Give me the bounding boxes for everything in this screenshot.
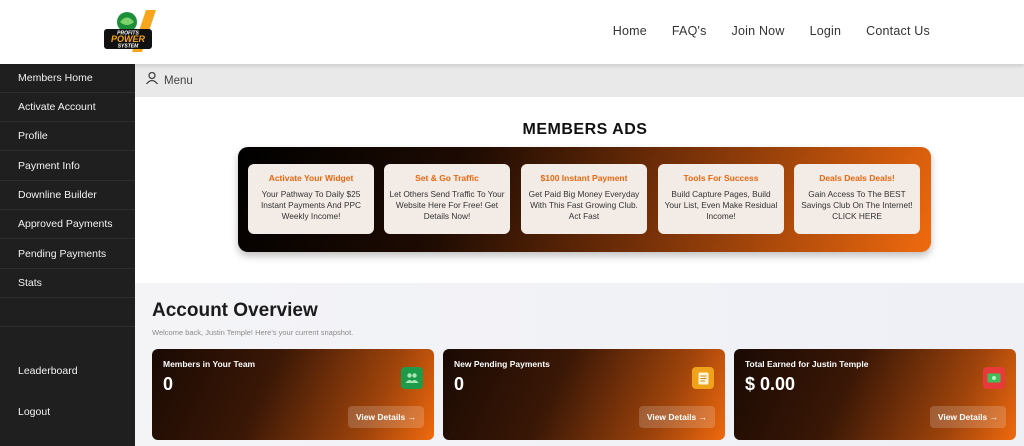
ad-card-description: Your Pathway To Daily $25 Instant Paymen…	[260, 189, 362, 221]
top-header: PROFITS POWER SYSTEM Home FAQ's Join Now…	[0, 0, 1024, 64]
team-icon	[401, 367, 423, 389]
ad-card-instant-payment[interactable]: $100 Instant Payment Get Paid Big Money …	[521, 164, 647, 234]
sidebar-item-profile[interactable]: Profile	[0, 122, 135, 151]
stat-value: 0	[163, 374, 174, 394]
stat-label: New Pending Payments	[454, 359, 550, 369]
svg-text:POWER: POWER	[111, 34, 146, 44]
sidebar-item-stats[interactable]: Stats	[0, 269, 135, 298]
main-nav: Home FAQ's Join Now Login Contact Us	[613, 0, 930, 62]
menu-bar[interactable]: Menu	[135, 64, 1024, 97]
ad-card-description: Gain Access To The BEST Savings Club On …	[801, 189, 913, 221]
sidebar-item-downline-builder[interactable]: Downline Builder	[0, 181, 135, 210]
menu-label: Menu	[164, 74, 193, 87]
sidebar-item-approved-payments[interactable]: Approved Payments	[0, 210, 135, 239]
ad-card-title: Set & Go Traffic	[415, 173, 479, 183]
sidebar-item-activate-account[interactable]: Activate Account	[0, 93, 135, 122]
sidebar-spacer	[0, 298, 135, 327]
members-ads-title: MEMBERS ADS	[522, 121, 648, 138]
stat-label: Members in Your Team	[163, 359, 256, 369]
nav-faq[interactable]: FAQ's	[672, 24, 707, 38]
sidebar-item-leaderboard[interactable]: Leaderboard	[0, 356, 135, 385]
stat-card-total-earned: Total Earned for Justin Temple $ 0.00 Vi…	[734, 349, 1016, 440]
user-icon	[145, 71, 159, 90]
stat-value: $ 0.00	[745, 374, 796, 394]
stat-value: 0	[454, 374, 465, 394]
view-details-button[interactable]: View Details →	[348, 406, 424, 428]
ad-card-tools-for-success[interactable]: Tools For Success Build Capture Pages, B…	[658, 164, 784, 234]
stat-label: Total Earned for Justin Temple	[745, 359, 869, 369]
ad-card-title: Tools For Success	[683, 173, 759, 183]
account-overview-title: Account Overview	[152, 300, 318, 321]
money-icon	[983, 367, 1005, 389]
nav-login[interactable]: Login	[810, 24, 842, 38]
sidebar-item-pending-payments[interactable]: Pending Payments	[0, 240, 135, 269]
sidebar-item-logout[interactable]: Logout	[0, 397, 135, 426]
ad-card-deals[interactable]: Deals Deals Deals! Gain Access To The BE…	[794, 164, 920, 234]
sidebar-item-members-home[interactable]: Members Home	[0, 64, 135, 93]
sidebar: Members Home Activate Account Profile Pa…	[0, 64, 135, 446]
view-details-button[interactable]: View Details →	[639, 406, 715, 428]
ad-card-description: Get Paid Big Money Everyday With This Fa…	[528, 189, 640, 221]
ad-card-description: Let Others Send Traffic To Your Website …	[389, 189, 505, 221]
account-overview-subtitle: Welcome back, Justin Temple! Here's your…	[152, 328, 354, 337]
document-icon	[692, 367, 714, 389]
svg-text:SYSTEM: SYSTEM	[118, 44, 139, 50]
stat-card-team-members: Members in Your Team 0 View Details →	[152, 349, 434, 440]
ad-card-title: Activate Your Widget	[268, 173, 354, 183]
main-content: Menu MEMBERS ADS Activate Your Widget Yo…	[135, 64, 1024, 446]
ad-card-title: $100 Instant Payment	[540, 173, 628, 183]
brand-logo[interactable]: PROFITS POWER SYSTEM	[102, 8, 158, 54]
nav-join-now[interactable]: Join Now	[732, 24, 785, 38]
ad-card-set-go-traffic[interactable]: Set & Go Traffic Let Others Send Traffic…	[384, 164, 510, 234]
nav-contact-us[interactable]: Contact Us	[866, 24, 930, 38]
ad-card-description: Build Capture Pages, Build Your List, Ev…	[664, 189, 778, 221]
nav-home[interactable]: Home	[613, 24, 647, 38]
ad-card-title: Deals Deals Deals!	[819, 173, 895, 183]
stat-card-pending-payments: New Pending Payments 0 View Details →	[443, 349, 725, 440]
view-details-button[interactable]: View Details →	[930, 406, 1006, 428]
sidebar-item-payment-info[interactable]: Payment Info	[0, 152, 135, 181]
ad-card-activate-widget[interactable]: Activate Your Widget Your Pathway To Dai…	[248, 164, 374, 234]
members-ads-panel: Activate Your Widget Your Pathway To Dai…	[238, 147, 931, 252]
